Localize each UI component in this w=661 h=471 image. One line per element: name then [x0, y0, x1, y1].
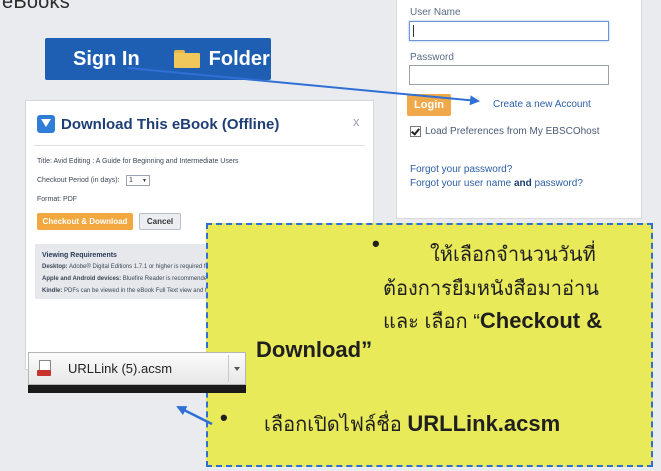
pointer-arrows	[127, 67, 480, 426]
callout-to-download-arrow	[176, 405, 213, 426]
signin-to-create-account-arrow	[127, 67, 480, 106]
